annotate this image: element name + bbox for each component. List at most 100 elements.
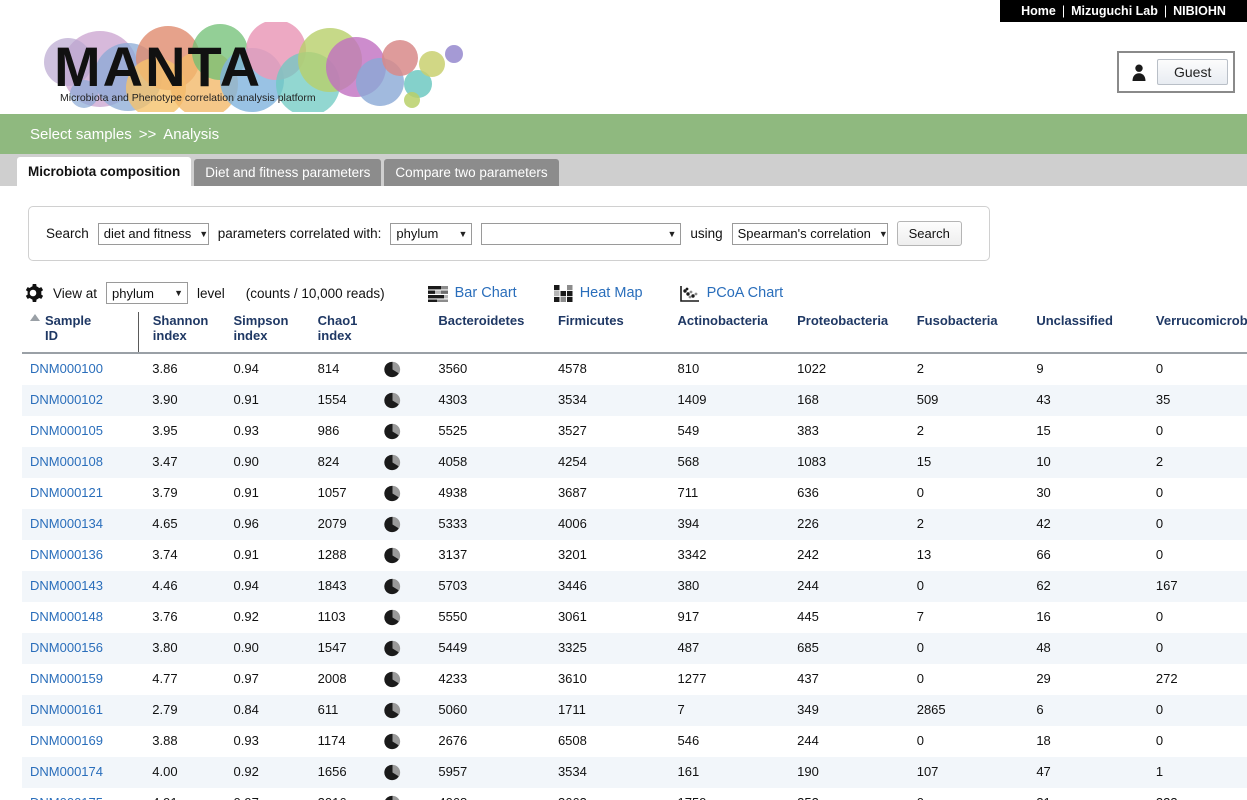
tab-microbiota-composition[interactable]: Microbiota composition: [17, 157, 192, 186]
cell-verrucomicrobia: 0: [1155, 516, 1164, 532]
cell-chao1: 1843: [317, 578, 347, 594]
column-header-chao1-index[interactable]: Chao1 index: [317, 312, 385, 354]
search-taxon-select[interactable]: phylum ▼: [390, 222, 473, 245]
cell-unclassified: 9: [1036, 361, 1044, 377]
search-method-select[interactable]: Spearman's correlation ▼: [731, 222, 888, 245]
pie-chart-icon[interactable]: [384, 640, 401, 657]
column-header-bacteroidetes[interactable]: Bacteroidetes: [438, 312, 558, 354]
table-row: DNM0001693.880.9311742676650854624401800: [22, 725, 1247, 757]
sample-id-link[interactable]: DNM000143: [30, 578, 103, 593]
cell-fusobacteria: 2865: [916, 702, 946, 718]
cell-pie-chart[interactable]: [384, 571, 438, 602]
sample-id-link[interactable]: DNM000175: [30, 795, 103, 800]
pie-chart-icon[interactable]: [384, 609, 401, 626]
cell-pie-chart[interactable]: [384, 447, 438, 478]
breadcrumb-item-select-samples[interactable]: Select samples: [30, 126, 132, 143]
cell-pie-chart[interactable]: [384, 726, 438, 757]
pie-chart-icon[interactable]: [384, 423, 401, 440]
cell-bacteroidetes: 5060: [438, 702, 468, 718]
heat-map-link[interactable]: Heat Map: [553, 284, 643, 302]
cell-pie-chart[interactable]: [384, 478, 438, 509]
sample-id-link[interactable]: DNM000134: [30, 516, 103, 531]
column-header-firmicutes[interactable]: Firmicutes: [557, 312, 678, 354]
gear-icon[interactable]: [22, 282, 44, 304]
sample-id-link[interactable]: DNM000161: [30, 702, 103, 717]
sample-id-link[interactable]: DNM000100: [30, 361, 103, 376]
tab-diet-and-fitness-parameters[interactable]: Diet and fitness parameters: [194, 159, 382, 186]
sample-id-link[interactable]: DNM000159: [30, 671, 103, 686]
manta-logo[interactable]: MANTA Microbiota and Phenotype correlati…: [8, 22, 488, 112]
column-header-verrucomicrobia[interactable]: Verrucomicrobia: [1155, 312, 1247, 354]
cell-fusobacteria: 13: [916, 547, 932, 563]
pie-chart-icon[interactable]: [384, 795, 401, 800]
cell-sample-id: DNM000148: [22, 602, 138, 633]
heat-map-icon: [553, 284, 573, 302]
breadcrumb-item-analysis[interactable]: Analysis: [163, 126, 219, 143]
nav-link-mizuguchi-lab[interactable]: Mizuguchi Lab: [1071, 4, 1158, 18]
tab-compare-two-parameters[interactable]: Compare two parameters: [384, 159, 559, 186]
cell-pie-chart[interactable]: [384, 416, 438, 447]
counts-note: (counts / 10,000 reads): [245, 285, 385, 301]
sample-id-link[interactable]: DNM000105: [30, 423, 103, 438]
cell-pie-chart[interactable]: [384, 788, 438, 800]
sample-id-link[interactable]: DNM000174: [30, 764, 103, 779]
cell-firmicutes: 3534: [557, 764, 587, 780]
pie-chart-icon[interactable]: [384, 578, 401, 595]
pie-chart-icon[interactable]: [384, 733, 401, 750]
pie-chart-icon[interactable]: [384, 547, 401, 564]
sample-id-link[interactable]: DNM000108: [30, 454, 103, 469]
bar-chart-link[interactable]: Bar Chart: [427, 285, 517, 302]
pcoa-chart-link[interactable]: PCoA Chart: [679, 285, 783, 302]
cell-sample-id: DNM000108: [22, 447, 138, 478]
cell-bacteroidetes: 3560: [438, 361, 468, 377]
pie-chart-icon[interactable]: [384, 764, 401, 781]
column-header-proteobacteria[interactable]: Proteobacteria: [797, 312, 917, 354]
cell-proteobacteria: 252: [797, 788, 917, 800]
cell-unclassified: 18: [1036, 733, 1051, 749]
column-header-actinobacteria[interactable]: Actinobacteria: [677, 312, 798, 354]
nav-link-nibiohn[interactable]: NIBIOHN: [1173, 4, 1226, 18]
column-header-simpson-index[interactable]: Simpson index: [233, 312, 318, 354]
view-level-select[interactable]: phylum ▼: [106, 282, 189, 304]
cell-pie-chart[interactable]: [384, 695, 438, 726]
sample-id-link[interactable]: DNM000136: [30, 547, 103, 562]
column-header-sample-id[interactable]: Sample ID: [22, 312, 139, 354]
sample-id-link[interactable]: DNM000102: [30, 392, 103, 407]
cell-shannon: 3.79: [152, 485, 178, 501]
composition-table-container[interactable]: Sample ID Shannon index Simpson index Chao1…: [22, 312, 1247, 800]
sample-id-link[interactable]: DNM000148: [30, 609, 103, 624]
cell-pie-chart[interactable]: [384, 602, 438, 633]
cell-pie-chart[interactable]: [384, 664, 438, 695]
cell-pie-chart[interactable]: [384, 757, 438, 788]
cell-verrucomicrobia: 0: [1155, 485, 1164, 501]
pie-chart-icon[interactable]: [384, 671, 401, 688]
cell-pie-chart[interactable]: [384, 385, 438, 416]
nav-link-home[interactable]: Home: [1021, 4, 1056, 18]
sample-id-link[interactable]: DNM000156: [30, 640, 103, 655]
pie-chart-icon[interactable]: [384, 702, 401, 719]
cell-simpson: 0.84: [233, 702, 259, 718]
guest-button[interactable]: Guest: [1157, 59, 1229, 85]
cell-pie-chart[interactable]: [384, 509, 438, 540]
cell-shannon: 4.91: [138, 788, 233, 800]
pie-chart-icon[interactable]: [384, 516, 401, 533]
cell-shannon: 4.65: [152, 516, 178, 532]
nav-separator-1: |: [1061, 4, 1066, 18]
table-row: DNM0001213.790.9110574938368771163603000: [22, 477, 1247, 509]
pie-chart-icon[interactable]: [384, 392, 401, 409]
pie-chart-icon[interactable]: [384, 485, 401, 502]
pie-chart-icon[interactable]: [384, 454, 401, 471]
column-header-fusobacteria[interactable]: Fusobacteria: [916, 312, 1037, 354]
search-parameter-select[interactable]: ▼: [481, 222, 682, 245]
cell-pie-chart[interactable]: [384, 540, 438, 571]
pie-chart-icon[interactable]: [384, 361, 401, 378]
cell-pie-chart[interactable]: [384, 633, 438, 664]
column-header-unclassified[interactable]: Unclassified: [1036, 312, 1156, 354]
sample-id-link[interactable]: DNM000169: [30, 733, 103, 748]
cell-pie-chart[interactable]: [384, 353, 438, 385]
search-category-select[interactable]: diet and fitness ▼: [97, 222, 209, 245]
column-header-shannon-index[interactable]: Shannon index: [138, 312, 234, 354]
sample-id-link[interactable]: DNM000121: [30, 485, 103, 500]
search-button[interactable]: Search: [896, 221, 962, 246]
cell-unclassified: 42: [1036, 516, 1051, 532]
